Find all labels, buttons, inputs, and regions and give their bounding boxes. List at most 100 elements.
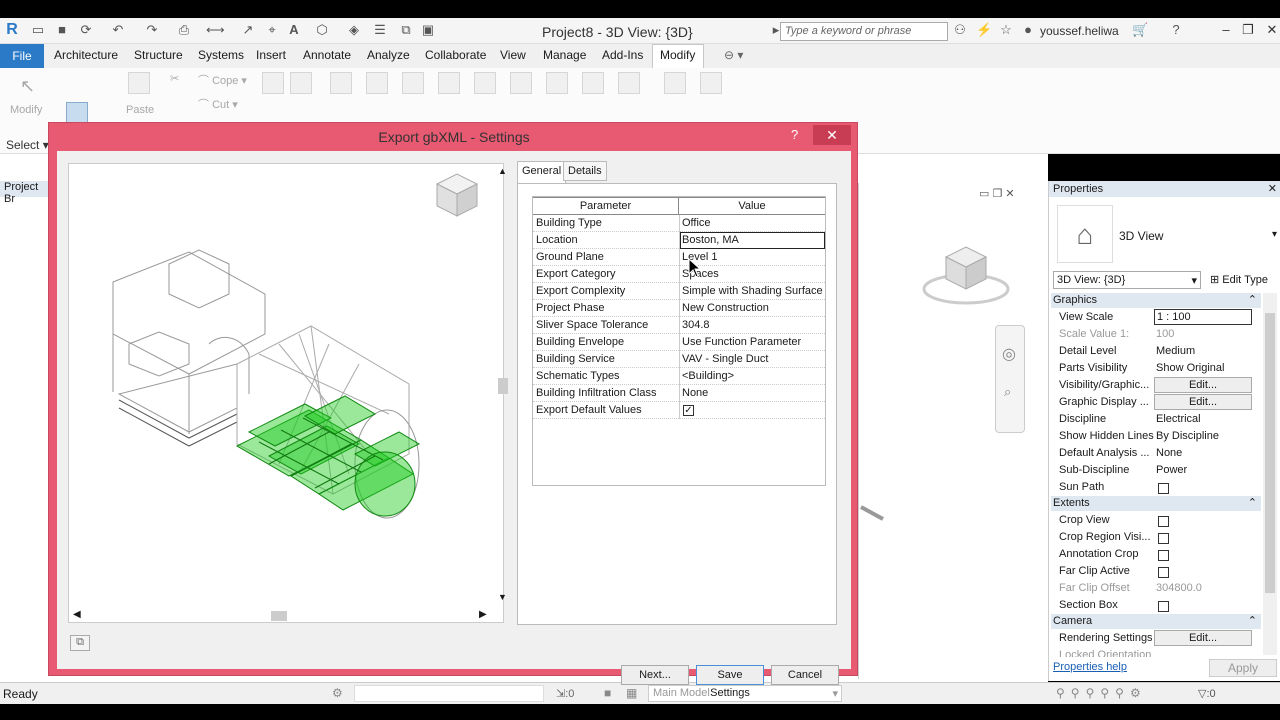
search-input[interactable]: Type a keyword or phrase: [780, 22, 948, 41]
table-row[interactable]: Project Phase New Construction: [533, 300, 825, 317]
parameter-value[interactable]: New Construction: [682, 302, 769, 314]
parameter-value[interactable]: Use Function Parameter: [682, 336, 801, 348]
favorites-icon[interactable]: ☆: [998, 22, 1014, 38]
tab-modify[interactable]: Modify: [660, 48, 695, 62]
workset-icon[interactable]: ⚙: [332, 686, 343, 700]
offset-icon[interactable]: [366, 72, 388, 94]
design-options-icon[interactable]: ■: [604, 686, 611, 700]
select-dropdown[interactable]: Select ▾: [6, 138, 49, 152]
tab-file[interactable]: File: [0, 44, 44, 68]
parameter-value[interactable]: 304.8: [682, 319, 710, 331]
table-row[interactable]: Building Infiltration Class None: [533, 385, 825, 402]
next-button[interactable]: Next...: [621, 665, 689, 685]
close-icon[interactable]: ✕: [1264, 22, 1280, 38]
parameter-value[interactable]: Simple with Shading Surface: [682, 285, 823, 297]
editable-only-icon[interactable]: ▦: [626, 686, 637, 700]
preview-vscroll-thumb[interactable]: [498, 378, 508, 394]
section-graphics[interactable]: Graphics ⌃: [1051, 293, 1261, 308]
dialog-help-icon[interactable]: ?: [791, 127, 798, 142]
selection-filter-icons[interactable]: ⚲⚲⚲⚲⚲⚙: [1056, 686, 1147, 700]
annotation-crop-checkbox[interactable]: [1158, 550, 1169, 561]
section-icon[interactable]: ◈: [346, 22, 362, 38]
preview-view-icon[interactable]: ⧉: [70, 635, 90, 651]
table-row[interactable]: Sliver Space Tolerance 304.8: [533, 317, 825, 334]
tab-details[interactable]: Details: [563, 161, 607, 181]
table-row[interactable]: Building Envelope Use Function Parameter: [533, 334, 825, 351]
mirror-icon[interactable]: [402, 72, 424, 94]
switch-windows-icon[interactable]: ▣: [420, 22, 436, 38]
prop-default-analysis[interactable]: Default Analysis ... None: [1051, 445, 1261, 462]
measure-icon[interactable]: ⟷: [206, 22, 225, 38]
rotate-icon[interactable]: [510, 72, 532, 94]
preview-horizontal-scrollbar[interactable]: ◀ ▶: [69, 608, 495, 624]
export-default-values-checkbox[interactable]: ✓: [683, 405, 694, 416]
cart-icon[interactable]: 🛒: [1132, 22, 1148, 38]
table-row[interactable]: Schematic Types <Building>: [533, 368, 825, 385]
table-row[interactable]: Ground Plane Level 1: [533, 249, 825, 266]
filter-count[interactable]: ▽:0: [1198, 687, 1216, 700]
move-icon[interactable]: [438, 72, 460, 94]
help-icon[interactable]: ?: [1168, 22, 1184, 38]
view-instance-select[interactable]: 3D View: {3D} ▾: [1053, 271, 1201, 289]
prop-show-hidden-lines[interactable]: Show Hidden Lines By Discipline: [1051, 428, 1261, 445]
view-window-controls[interactable]: ▭ ❐ ✕: [979, 187, 1015, 200]
create-parts-icon[interactable]: [700, 72, 722, 94]
view-window[interactable]: ▭ ❐ ✕ ◎ ⌕: [858, 183, 1030, 679]
parameter-value[interactable]: Office: [682, 217, 711, 229]
steering-wheel-icon[interactable]: ◎: [1002, 344, 1016, 364]
tab-collaborate[interactable]: Collaborate: [425, 48, 486, 62]
section-box-checkbox[interactable]: [1158, 601, 1169, 612]
prop-view-scale[interactable]: View Scale 1 : 100: [1051, 309, 1261, 326]
undo-icon[interactable]: ↶: [110, 22, 126, 38]
active-workset-field[interactable]: [354, 685, 544, 702]
crop-region-checkbox[interactable]: [1158, 533, 1169, 544]
parameter-value[interactable]: VAV - Single Duct: [682, 353, 768, 365]
measure-tool-icon[interactable]: [618, 72, 640, 94]
revit-logo-icon[interactable]: R: [4, 22, 20, 38]
create-group-icon[interactable]: [664, 72, 686, 94]
align-icon[interactable]: [330, 72, 352, 94]
restore-icon[interactable]: ❐: [1240, 22, 1256, 38]
save-icon[interactable]: ■: [54, 22, 70, 38]
parameter-value[interactable]: <Building>: [682, 370, 734, 382]
edit-rendering-button[interactable]: Edit...: [1154, 630, 1252, 646]
paste-icon[interactable]: [128, 72, 150, 94]
properties-scroll-thumb[interactable]: [1265, 313, 1275, 593]
user-icon[interactable]: ●: [1020, 22, 1036, 38]
ribbon-options-icon[interactable]: ⊖ ▾: [724, 48, 743, 62]
type-dropdown-icon[interactable]: ▾: [1272, 229, 1277, 240]
cancel-button[interactable]: Cancel: [771, 665, 839, 685]
close-properties-icon[interactable]: ✕: [1268, 181, 1277, 197]
sync-icon[interactable]: ⟳: [78, 22, 94, 38]
tab-systems[interactable]: Systems: [198, 48, 244, 62]
print-icon[interactable]: ⎙: [176, 22, 192, 38]
edit-visibility-button[interactable]: Edit...: [1154, 377, 1252, 393]
sun-path-checkbox[interactable]: [1158, 483, 1169, 494]
tab-structure[interactable]: Structure: [134, 48, 183, 62]
table-row[interactable]: Export Complexity Simple with Shading Sur…: [533, 283, 825, 300]
section-camera[interactable]: Camera ⌃: [1051, 614, 1261, 629]
open-icon[interactable]: ▭: [30, 22, 46, 38]
tab-manage[interactable]: Manage: [543, 48, 586, 62]
apply-button[interactable]: Apply: [1209, 659, 1277, 677]
3d-view-icon[interactable]: ⬡: [314, 22, 330, 38]
modify-cursor-icon[interactable]: ↖: [20, 76, 35, 97]
tab-insert[interactable]: Insert: [256, 48, 286, 62]
dialog-close-icon[interactable]: ✕: [813, 125, 851, 145]
join-icon[interactable]: [262, 72, 284, 94]
table-row[interactable]: Location Boston, MA: [533, 232, 825, 249]
thin-lines-icon[interactable]: ☰: [372, 22, 388, 38]
properties-scrollbar[interactable]: [1263, 293, 1277, 655]
close-hidden-icon[interactable]: ⧉: [398, 22, 414, 38]
properties-help-link[interactable]: Properties help: [1053, 661, 1127, 673]
prop-sub-discipline[interactable]: Sub-Discipline Power: [1051, 462, 1261, 479]
cut-tool[interactable]: ⌒ Cut ▾: [198, 96, 238, 112]
cut-scissors-icon[interactable]: ✂: [170, 72, 179, 85]
tab-annotate[interactable]: Annotate: [303, 48, 351, 62]
type-selector[interactable]: ⌂ 3D View ▾: [1053, 203, 1277, 265]
cope-tool[interactable]: ⌒ Cope ▾: [198, 72, 247, 88]
tab-architecture[interactable]: Architecture: [54, 48, 118, 62]
prop-discipline[interactable]: Discipline Electrical: [1051, 411, 1261, 428]
redo-icon[interactable]: ↷: [144, 22, 160, 38]
parameter-value[interactable]: None: [682, 387, 708, 399]
